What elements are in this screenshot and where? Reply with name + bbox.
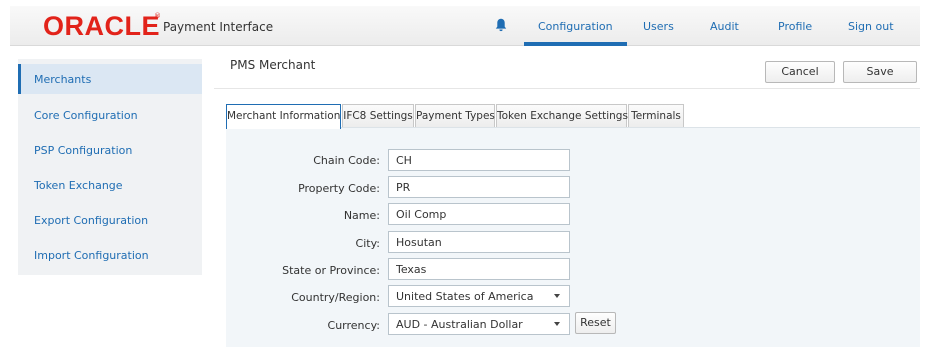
tab-ifc8-settings[interactable]: IFC8 Settings bbox=[342, 104, 414, 128]
tab-terminals[interactable]: Terminals bbox=[628, 104, 684, 128]
city-label: City: bbox=[355, 237, 380, 250]
currency-select[interactable]: AUD - Australian Dollar bbox=[388, 313, 570, 335]
nav-configuration[interactable]: Configuration bbox=[524, 20, 627, 46]
name-input[interactable] bbox=[388, 203, 570, 225]
cancel-button[interactable]: Cancel bbox=[765, 61, 835, 83]
chevron-down-icon bbox=[554, 322, 560, 326]
currency-label: Currency: bbox=[327, 319, 380, 332]
header-divider bbox=[214, 88, 920, 89]
tab-payment-types[interactable]: Payment Types bbox=[415, 104, 495, 128]
country-select[interactable]: United States of America bbox=[388, 285, 570, 307]
country-label: Country/Region: bbox=[291, 291, 380, 304]
bell-icon[interactable] bbox=[495, 18, 507, 35]
name-label: Name: bbox=[343, 209, 380, 222]
sidebar-item-psp-configuration[interactable]: PSP Configuration bbox=[18, 135, 202, 165]
save-button[interactable]: Save bbox=[843, 61, 917, 83]
property-code-input[interactable] bbox=[388, 176, 570, 198]
sidebar-item-token-exchange[interactable]: Token Exchange bbox=[18, 170, 202, 200]
nav-users[interactable]: Users bbox=[643, 20, 674, 33]
currency-select-value: AUD - Australian Dollar bbox=[396, 318, 523, 331]
sidebar-item-import-configuration[interactable]: Import Configuration bbox=[18, 240, 202, 270]
sidebar-item-export-configuration[interactable]: Export Configuration bbox=[18, 205, 202, 235]
nav-profile[interactable]: Profile bbox=[778, 20, 812, 33]
country-select-value: United States of America bbox=[396, 290, 534, 303]
chevron-down-icon bbox=[554, 294, 560, 298]
header-bar: ORACLE ® Payment Interface Configuration… bbox=[10, 6, 920, 46]
reset-button[interactable]: Reset bbox=[575, 312, 616, 334]
state-input[interactable] bbox=[388, 258, 570, 280]
sidebar-item-merchants[interactable]: Merchants bbox=[18, 64, 202, 94]
chain-code-input[interactable] bbox=[388, 149, 570, 171]
state-label: State or Province: bbox=[282, 264, 380, 277]
property-code-label: Property Code: bbox=[298, 182, 380, 195]
sidebar-item-core-configuration[interactable]: Core Configuration bbox=[18, 100, 202, 130]
page-title: PMS Merchant bbox=[230, 58, 316, 72]
sidebar: Merchants Core Configuration PSP Configu… bbox=[18, 59, 202, 275]
nav-sign-out[interactable]: Sign out bbox=[848, 20, 894, 33]
city-input[interactable] bbox=[388, 231, 570, 253]
oracle-logo: ORACLE bbox=[43, 11, 160, 41]
tab-token-exchange-settings[interactable]: Token Exchange Settings bbox=[496, 104, 628, 128]
nav-audit[interactable]: Audit bbox=[710, 20, 739, 33]
chain-code-label: Chain Code: bbox=[313, 154, 380, 167]
registered-mark: ® bbox=[154, 12, 161, 20]
app-name: Payment Interface bbox=[163, 20, 274, 34]
tab-merchant-information[interactable]: Merchant Information bbox=[226, 104, 341, 129]
